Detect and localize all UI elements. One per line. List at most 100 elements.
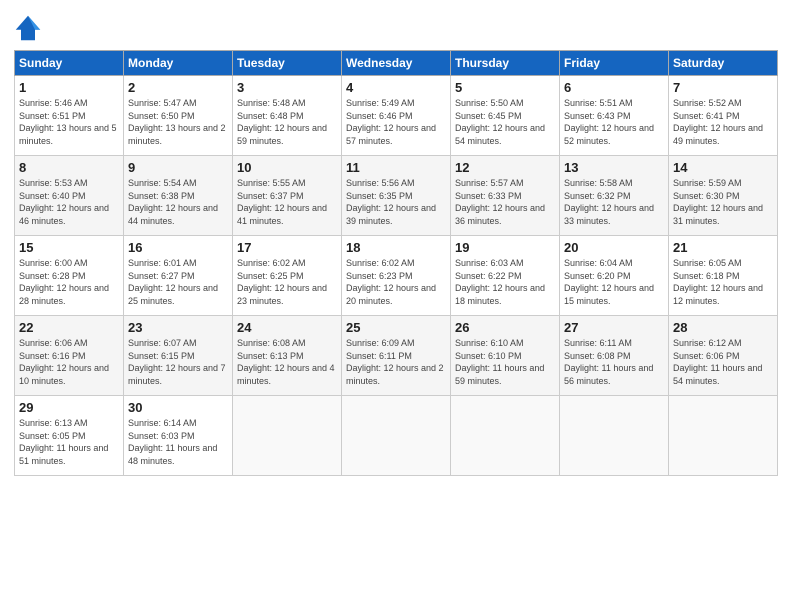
day-info: Sunrise: 6:07 AMSunset: 6:15 PMDaylight:…	[128, 338, 226, 386]
calendar-container: SundayMondayTuesdayWednesdayThursdayFrid…	[0, 0, 792, 486]
week-row-4: 22 Sunrise: 6:06 AMSunset: 6:16 PMDayligh…	[15, 316, 778, 396]
day-info: Sunrise: 6:11 AMSunset: 6:08 PMDaylight:…	[564, 338, 653, 386]
col-header-monday: Monday	[124, 51, 233, 76]
day-number: 6	[564, 80, 664, 95]
day-number: 2	[128, 80, 228, 95]
day-info: Sunrise: 6:02 AMSunset: 6:25 PMDaylight:…	[237, 258, 327, 306]
calendar-cell: 21 Sunrise: 6:05 AMSunset: 6:18 PMDayligh…	[669, 236, 778, 316]
day-number: 12	[455, 160, 555, 175]
day-number: 27	[564, 320, 664, 335]
week-row-2: 8Sunrise: 5:53 AMSunset: 6:40 PMDaylight…	[15, 156, 778, 236]
calendar-cell: 8Sunrise: 5:53 AMSunset: 6:40 PMDaylight…	[15, 156, 124, 236]
calendar-cell: 15Sunrise: 6:00 AMSunset: 6:28 PMDayligh…	[15, 236, 124, 316]
col-header-wednesday: Wednesday	[342, 51, 451, 76]
calendar-cell	[451, 396, 560, 476]
day-info: Sunrise: 5:54 AMSunset: 6:38 PMDaylight:…	[128, 178, 218, 226]
calendar-cell: 14 Sunrise: 5:59 AMSunset: 6:30 PMDayligh…	[669, 156, 778, 236]
week-row-3: 15Sunrise: 6:00 AMSunset: 6:28 PMDayligh…	[15, 236, 778, 316]
calendar-table: SundayMondayTuesdayWednesdayThursdayFrid…	[14, 50, 778, 476]
day-info: Sunrise: 5:47 AMSunset: 6:50 PMDaylight:…	[128, 98, 226, 146]
header	[14, 10, 778, 42]
day-info: Sunrise: 6:02 AMSunset: 6:23 PMDaylight:…	[346, 258, 436, 306]
day-info: Sunrise: 6:12 AMSunset: 6:06 PMDaylight:…	[673, 338, 762, 386]
day-info: Sunrise: 6:01 AMSunset: 6:27 PMDaylight:…	[128, 258, 218, 306]
calendar-cell: 23 Sunrise: 6:07 AMSunset: 6:15 PMDayligh…	[124, 316, 233, 396]
calendar-cell: 17 Sunrise: 6:02 AMSunset: 6:25 PMDayligh…	[233, 236, 342, 316]
logo	[14, 14, 44, 42]
day-info: Sunrise: 6:00 AMSunset: 6:28 PMDaylight:…	[19, 258, 109, 306]
day-info: Sunrise: 5:57 AMSunset: 6:33 PMDaylight:…	[455, 178, 545, 226]
day-info: Sunrise: 5:46 AMSunset: 6:51 PMDaylight:…	[19, 98, 117, 146]
day-info: Sunrise: 5:52 AMSunset: 6:41 PMDaylight:…	[673, 98, 763, 146]
day-number: 14	[673, 160, 773, 175]
day-number: 18	[346, 240, 446, 255]
calendar-cell: 10 Sunrise: 5:55 AMSunset: 6:37 PMDayligh…	[233, 156, 342, 236]
header-row: SundayMondayTuesdayWednesdayThursdayFrid…	[15, 51, 778, 76]
day-number: 25	[346, 320, 446, 335]
day-number: 29	[19, 400, 119, 415]
day-number: 5	[455, 80, 555, 95]
day-number: 20	[564, 240, 664, 255]
calendar-cell: 9Sunrise: 5:54 AMSunset: 6:38 PMDaylight…	[124, 156, 233, 236]
calendar-cell: 18 Sunrise: 6:02 AMSunset: 6:23 PMDayligh…	[342, 236, 451, 316]
day-info: Sunrise: 6:04 AMSunset: 6:20 PMDaylight:…	[564, 258, 654, 306]
day-info: Sunrise: 5:48 AMSunset: 6:48 PMDaylight:…	[237, 98, 327, 146]
calendar-cell: 3Sunrise: 5:48 AMSunset: 6:48 PMDaylight…	[233, 76, 342, 156]
calendar-cell: 20 Sunrise: 6:04 AMSunset: 6:20 PMDayligh…	[560, 236, 669, 316]
calendar-cell	[560, 396, 669, 476]
day-number: 7	[673, 80, 773, 95]
day-number: 13	[564, 160, 664, 175]
day-number: 28	[673, 320, 773, 335]
calendar-cell	[233, 396, 342, 476]
day-info: Sunrise: 6:13 AMSunset: 6:05 PMDaylight:…	[19, 418, 108, 466]
calendar-cell: 6 Sunrise: 5:51 AMSunset: 6:43 PMDaylight…	[560, 76, 669, 156]
col-header-thursday: Thursday	[451, 51, 560, 76]
col-header-sunday: Sunday	[15, 51, 124, 76]
day-number: 10	[237, 160, 337, 175]
day-info: Sunrise: 5:50 AMSunset: 6:45 PMDaylight:…	[455, 98, 545, 146]
week-row-5: 29 Sunrise: 6:13 AMSunset: 6:05 PMDayligh…	[15, 396, 778, 476]
day-info: Sunrise: 5:55 AMSunset: 6:37 PMDaylight:…	[237, 178, 327, 226]
calendar-cell: 27 Sunrise: 6:11 AMSunset: 6:08 PMDayligh…	[560, 316, 669, 396]
day-info: Sunrise: 6:08 AMSunset: 6:13 PMDaylight:…	[237, 338, 335, 386]
calendar-cell: 1 Sunrise: 5:46 AMSunset: 6:51 PMDaylight…	[15, 76, 124, 156]
day-info: Sunrise: 6:05 AMSunset: 6:18 PMDaylight:…	[673, 258, 763, 306]
day-number: 23	[128, 320, 228, 335]
week-row-1: 1 Sunrise: 5:46 AMSunset: 6:51 PMDaylight…	[15, 76, 778, 156]
day-number: 24	[237, 320, 337, 335]
calendar-cell: 30Sunrise: 6:14 AMSunset: 6:03 PMDayligh…	[124, 396, 233, 476]
day-number: 1	[19, 80, 119, 95]
logo-icon	[14, 14, 42, 42]
day-info: Sunrise: 6:06 AMSunset: 6:16 PMDaylight:…	[19, 338, 109, 386]
day-info: Sunrise: 6:03 AMSunset: 6:22 PMDaylight:…	[455, 258, 545, 306]
calendar-cell: 26Sunrise: 6:10 AMSunset: 6:10 PMDayligh…	[451, 316, 560, 396]
col-header-tuesday: Tuesday	[233, 51, 342, 76]
calendar-cell: 24 Sunrise: 6:08 AMSunset: 6:13 PMDayligh…	[233, 316, 342, 396]
day-number: 17	[237, 240, 337, 255]
calendar-cell: 28 Sunrise: 6:12 AMSunset: 6:06 PMDayligh…	[669, 316, 778, 396]
calendar-cell: 12 Sunrise: 5:57 AMSunset: 6:33 PMDayligh…	[451, 156, 560, 236]
day-number: 19	[455, 240, 555, 255]
calendar-cell	[342, 396, 451, 476]
day-number: 16	[128, 240, 228, 255]
calendar-cell: 11Sunrise: 5:56 AMSunset: 6:35 PMDayligh…	[342, 156, 451, 236]
day-number: 21	[673, 240, 773, 255]
day-info: Sunrise: 5:59 AMSunset: 6:30 PMDaylight:…	[673, 178, 763, 226]
day-info: Sunrise: 5:51 AMSunset: 6:43 PMDaylight:…	[564, 98, 654, 146]
calendar-cell	[669, 396, 778, 476]
calendar-cell: 4Sunrise: 5:49 AMSunset: 6:46 PMDaylight…	[342, 76, 451, 156]
col-header-friday: Friday	[560, 51, 669, 76]
day-number: 8	[19, 160, 119, 175]
calendar-cell: 13 Sunrise: 5:58 AMSunset: 6:32 PMDayligh…	[560, 156, 669, 236]
day-number: 30	[128, 400, 228, 415]
day-number: 22	[19, 320, 119, 335]
day-number: 4	[346, 80, 446, 95]
col-header-saturday: Saturday	[669, 51, 778, 76]
calendar-cell: 16 Sunrise: 6:01 AMSunset: 6:27 PMDayligh…	[124, 236, 233, 316]
day-info: Sunrise: 5:58 AMSunset: 6:32 PMDaylight:…	[564, 178, 654, 226]
calendar-cell: 25Sunrise: 6:09 AMSunset: 6:11 PMDayligh…	[342, 316, 451, 396]
calendar-cell: 5 Sunrise: 5:50 AMSunset: 6:45 PMDaylight…	[451, 76, 560, 156]
day-info: Sunrise: 5:56 AMSunset: 6:35 PMDaylight:…	[346, 178, 436, 226]
calendar-cell: 2 Sunrise: 5:47 AMSunset: 6:50 PMDaylight…	[124, 76, 233, 156]
calendar-cell: 7 Sunrise: 5:52 AMSunset: 6:41 PMDaylight…	[669, 76, 778, 156]
